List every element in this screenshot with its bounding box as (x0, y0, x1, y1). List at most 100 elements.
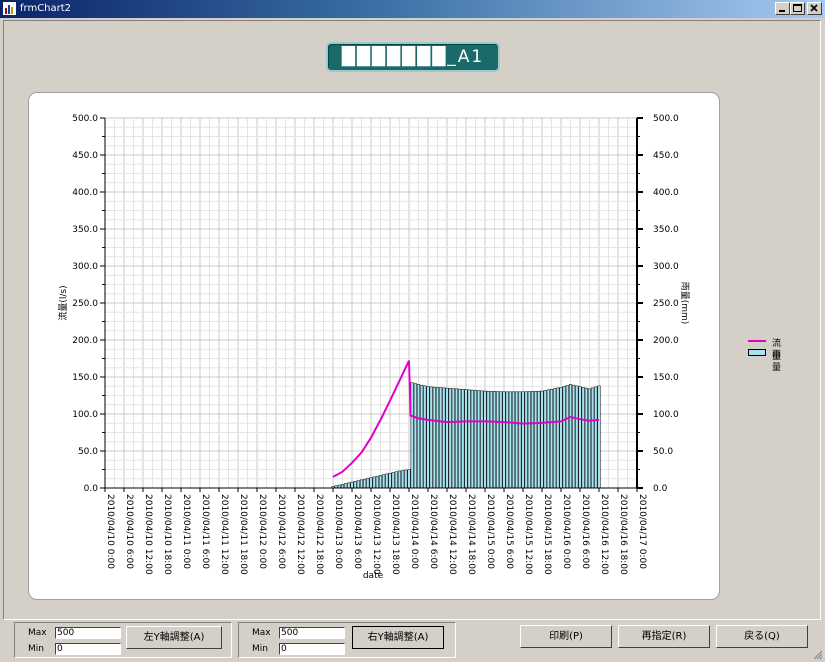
rain-bar (584, 387, 588, 489)
rain-bar (515, 391, 519, 489)
right-max-input[interactable] (279, 627, 345, 639)
rain-bar (473, 390, 478, 489)
x-tick-label: 2010/04/14 0:00 (409, 494, 419, 569)
print-button[interactable]: 印刷(P) (520, 625, 612, 648)
rain-bar (410, 382, 414, 489)
rain-bar (502, 391, 506, 489)
rain-bar (426, 386, 430, 489)
x-tick-label: 2010/04/12 18:00 (314, 494, 324, 575)
x-tick-label: 2010/04/13 0:00 (333, 494, 343, 569)
rain-bar (559, 387, 563, 489)
left-axis-adjust-button[interactable]: 左Y軸調整(A) (126, 626, 222, 649)
right-min-input[interactable] (279, 643, 345, 655)
rain-bar (391, 472, 395, 489)
right-tick-label: 200.0 (653, 336, 679, 346)
rain-bar (527, 391, 531, 489)
x-tick-label: 2010/04/14 12:00 (447, 494, 457, 575)
rain-bar (546, 389, 550, 489)
right-tick-label: 500.0 (653, 114, 679, 124)
x-tick-label: 2010/04/10 18:00 (162, 494, 172, 575)
x-tick-label: 2010/04/11 0:00 (181, 494, 191, 569)
rain-bar (344, 483, 348, 489)
rain-bar (382, 474, 386, 489)
rain-bar (464, 389, 468, 489)
rain-bar (530, 391, 535, 489)
rain-bar (594, 386, 598, 489)
rain-bar (420, 384, 424, 489)
x-tick-label: 2010/04/13 6:00 (352, 494, 362, 569)
rain-bar (372, 476, 376, 489)
rain-bar (454, 388, 459, 489)
rain-bar (572, 384, 576, 489)
right-axis-title: 雨量(mm) (679, 282, 690, 325)
rain-bar (543, 390, 547, 489)
rain-bar (581, 387, 585, 489)
rain-bar (553, 388, 557, 489)
rain-bar (442, 387, 446, 489)
respecify-button[interactable]: 再指定(R) (618, 625, 710, 648)
rain-bar (366, 478, 370, 489)
left-tick-label: 350.0 (72, 225, 98, 235)
rain-bar (350, 481, 354, 489)
rain-bar (540, 390, 544, 489)
x-tick-label: 2010/04/15 18:00 (542, 494, 552, 575)
rain-bar (565, 385, 569, 489)
rain-bar (537, 390, 541, 489)
left-max-input[interactable] (55, 627, 121, 639)
rain-bar (556, 387, 560, 489)
rain-bar (518, 391, 522, 489)
left-tick-label: 250.0 (72, 299, 98, 309)
left-tick-label: 100.0 (72, 410, 98, 420)
right-max-label: Max (252, 628, 271, 638)
rain-bar (480, 390, 484, 489)
rain-bar (413, 383, 417, 489)
rain-bar (416, 384, 421, 489)
x-tick-label: 2010/04/11 18:00 (238, 494, 248, 575)
rain-bar (445, 387, 449, 489)
rain-bar (404, 469, 408, 489)
x-tick-label: 2010/04/11 6:00 (200, 494, 210, 569)
x-tick-label: 2010/04/13 12:00 (371, 494, 381, 575)
right-axis-adjust-button[interactable]: 右Y軸調整(A) (352, 626, 444, 649)
right-tick-label: 350.0 (653, 225, 679, 235)
left-axis-adjust-group: Max Min 左Y軸調整(A) (14, 622, 232, 658)
rain-bar (486, 390, 490, 489)
rain-bar (407, 469, 411, 489)
rain-bar (499, 391, 503, 489)
rain-bar (359, 479, 364, 489)
rain-bar (363, 478, 367, 489)
rain-bar (429, 386, 433, 489)
rain-bar (340, 484, 345, 489)
rain-bar (508, 391, 512, 489)
x-tick-label: 2010/04/12 12:00 (295, 494, 305, 575)
rain-bar (356, 480, 360, 489)
back-button[interactable]: 戻る(Q) (716, 625, 808, 648)
rain-bar (483, 390, 487, 489)
rain-bar (492, 391, 497, 489)
left-min-input[interactable] (55, 643, 121, 655)
rain-bar (549, 388, 554, 489)
rain-bar (435, 387, 440, 489)
resize-grip-icon[interactable] (813, 650, 823, 660)
left-tick-label: 450.0 (72, 151, 98, 161)
x-tick-label: 2010/04/16 6:00 (580, 494, 590, 569)
rain-bar (423, 385, 427, 489)
rain-bar (461, 389, 465, 489)
rain-bar (534, 391, 538, 489)
rain-bar (385, 473, 389, 489)
x-tick-label: 2010/04/10 0:00 (105, 494, 115, 569)
legend-label-rain: 雨量 (772, 350, 782, 373)
right-tick-label: 300.0 (653, 262, 679, 272)
x-tick-label: 2010/04/11 12:00 (219, 494, 229, 575)
left-min-label: Min (28, 644, 44, 654)
left-axis-title: 流量(l/s) (57, 285, 69, 320)
x-axis-title: date (363, 571, 384, 581)
rain-bar (375, 475, 379, 489)
rain-bar (587, 388, 592, 489)
rain-bar (448, 388, 452, 489)
rain-bar (388, 472, 392, 489)
right-tick-label: 100.0 (653, 410, 679, 420)
rain-bar (477, 390, 481, 489)
rain-bar (369, 477, 373, 489)
x-tick-label: 2010/04/12 0:00 (257, 494, 267, 569)
